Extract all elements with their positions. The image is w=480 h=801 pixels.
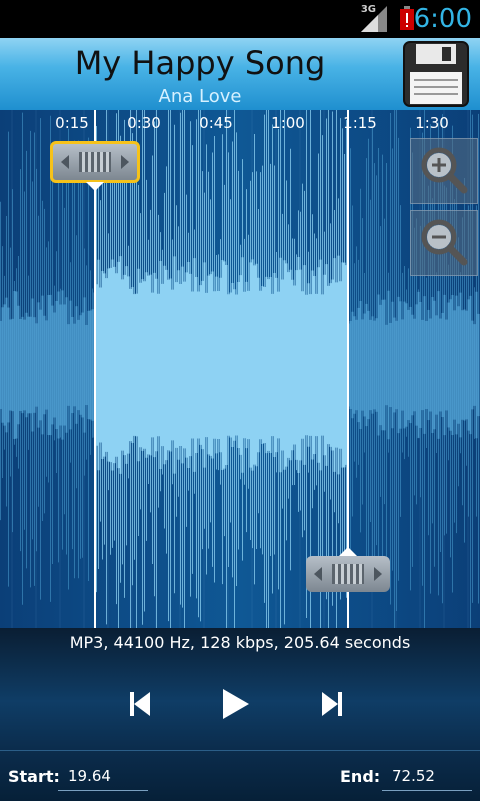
timeline-tick: 0:30 [127,114,161,132]
file-info: MP3, 44100 Hz, 128 kbps, 205.64 seconds [69,633,411,652]
left-arrow-icon [61,155,69,169]
timeline-tick: 1:30 [415,114,449,132]
start-marker-pointer [86,182,104,191]
timeline-tick: 0:15 [55,114,89,132]
zoom-out-button[interactable] [410,210,478,276]
end-time-field[interactable]: 72.52 [382,767,472,791]
playback-panel: MP3, 44100 Hz, 128 kbps, 205.64 seconds [0,628,480,750]
zoom-in-icon [421,147,468,194]
song-artist: Ana Love [158,86,242,107]
end-marker-handle[interactable] [306,556,390,592]
signal-icon [361,6,387,32]
grip-icon [332,564,364,584]
start-marker-handle[interactable] [50,141,140,183]
battery-low-icon [400,6,414,30]
skip-previous-icon[interactable] [120,684,160,724]
right-arrow-icon [374,567,382,581]
timeline-tick: 1:00 [271,114,305,132]
skip-next-icon[interactable] [312,684,352,724]
grip-icon [79,152,111,172]
waveform-view[interactable]: 0:15 0:30 0:45 1:00 1:15 1:30 [0,110,480,628]
song-title: My Happy Song [74,44,326,82]
timeline-tick: 0:45 [199,114,233,132]
selection-bar: Start: 19.64 End: 72.52 [0,750,480,801]
left-arrow-icon [314,567,322,581]
start-label: Start: [8,767,60,786]
end-marker-pointer [339,547,357,556]
clock: 6:00 [413,4,472,34]
floppy-disk-icon[interactable] [402,40,470,108]
start-time-field[interactable]: 19.64 [58,767,148,791]
play-icon[interactable] [215,684,255,724]
waveform-graph [0,110,480,628]
right-arrow-icon [121,155,129,169]
zoom-in-button[interactable] [410,138,478,204]
status-bar: 3G 6:00 [0,0,480,38]
zoom-out-icon [421,219,468,266]
end-label: End: [340,767,381,786]
